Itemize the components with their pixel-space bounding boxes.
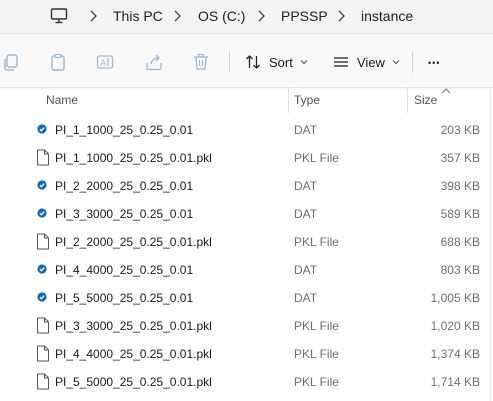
column-header: Name Type Size	[0, 87, 493, 113]
column-type-header[interactable]: Type	[294, 93, 320, 107]
sort-button[interactable]: Sort	[245, 50, 316, 74]
file-size: 1,714 KB	[430, 375, 480, 389]
file-name: PI_2_2000_25_0.25_0.01.pkl	[55, 235, 212, 249]
dat-file-icon	[37, 292, 47, 302]
file-name: PI_4_4000_25_0.25_0.01.pkl	[55, 347, 212, 361]
file-row[interactable]: PI_4_4000_25_0.25_0.01.pkl PKL File 1,37…	[0, 340, 493, 368]
file-row[interactable]: PI_5_5000_25_0.25_0.01 DAT 1,005 KB	[0, 284, 493, 312]
toolbar-separator	[229, 51, 230, 73]
toolbar-separator	[412, 51, 413, 73]
file-type: PKL File	[294, 319, 339, 333]
rename-icon[interactable]: A	[96, 53, 114, 71]
file-size: 1,374 KB	[430, 347, 480, 361]
file-name: PI_5_5000_25_0.25_0.01.pkl	[55, 375, 212, 389]
file-name: PI_4_4000_25_0.25_0.01	[55, 263, 194, 277]
delete-icon[interactable]	[192, 53, 210, 71]
chevron-down-icon	[392, 60, 400, 65]
file-size: 357 KB	[440, 151, 480, 165]
generic-file-icon	[37, 149, 49, 166]
dat-file-icon	[37, 264, 47, 274]
file-type: PKL File	[294, 375, 339, 389]
file-size: 398 KB	[440, 179, 480, 193]
file-type: DAT	[294, 207, 318, 221]
monitor-icon[interactable]	[50, 7, 68, 25]
file-size: 1,005 KB	[430, 291, 480, 305]
paste-icon[interactable]	[49, 53, 67, 71]
file-type: PKL File	[294, 235, 339, 249]
file-name: PI_2_2000_25_0.25_0.01	[55, 179, 194, 193]
command-bar: A Sort View •••	[0, 34, 493, 90]
sort-label: Sort	[269, 54, 293, 70]
file-name: PI_3_3000_25_0.25_0.01.pkl	[55, 319, 212, 333]
file-size: 203 KB	[440, 123, 480, 137]
sort-icon	[246, 55, 260, 69]
chevron-right-icon[interactable]	[172, 8, 182, 24]
sort-ascending-icon	[441, 88, 451, 94]
file-row[interactable]: PI_4_4000_25_0.25_0.01 DAT 803 KB	[0, 256, 493, 284]
chevron-right-icon[interactable]	[336, 8, 346, 24]
file-row[interactable]: PI_3_3000_25_0.25_0.01.pkl PKL File 1,02…	[0, 312, 493, 340]
svg-text:A: A	[100, 59, 107, 69]
copy-icon[interactable]	[2, 53, 20, 71]
file-type: PKL File	[294, 347, 339, 361]
generic-file-icon	[37, 345, 49, 362]
chevron-right-icon[interactable]	[88, 8, 98, 24]
column-size-header[interactable]: Size	[414, 93, 437, 107]
file-size: 589 KB	[440, 207, 480, 221]
file-name: PI_3_3000_25_0.25_0.01	[55, 207, 194, 221]
share-icon[interactable]	[145, 53, 163, 71]
file-row[interactable]: PI_2_2000_25_0.25_0.01 DAT 398 KB	[0, 172, 493, 200]
file-row[interactable]: PI_2_2000_25_0.25_0.01.pkl PKL File 688 …	[0, 228, 493, 256]
file-size: 688 KB	[440, 235, 480, 249]
view-button[interactable]: View	[333, 50, 408, 74]
file-row[interactable]: PI_1_1000_25_0.25_0.01.pkl PKL File 357 …	[0, 144, 493, 172]
breadcrumb-this-pc[interactable]: This PC	[113, 8, 163, 24]
file-type: DAT	[294, 179, 318, 193]
file-name: PI_1_1000_25_0.25_0.01.pkl	[55, 151, 212, 165]
more-options-button[interactable]: •••	[428, 51, 440, 75]
generic-file-icon	[37, 373, 49, 390]
column-resize-handle[interactable]	[288, 87, 289, 113]
breadcrumb-os-c[interactable]: OS (C:)	[198, 8, 245, 24]
file-row[interactable]: PI_1_1000_25_0.25_0.01 DAT 203 KB	[0, 116, 493, 144]
generic-file-icon	[37, 317, 49, 334]
column-resize-handle[interactable]	[407, 87, 408, 113]
view-list-icon	[334, 57, 348, 67]
file-type: PKL File	[294, 151, 339, 165]
dat-file-icon	[37, 124, 47, 134]
column-name-header[interactable]: Name	[46, 93, 78, 107]
file-row[interactable]: PI_3_3000_25_0.25_0.01 DAT 589 KB	[0, 200, 493, 228]
file-row[interactable]: PI_5_5000_25_0.25_0.01.pkl PKL File 1,71…	[0, 368, 493, 396]
chevron-right-icon[interactable]	[256, 8, 266, 24]
breadcrumb-ppssp[interactable]: PPSSP	[281, 8, 328, 24]
chevron-down-icon	[300, 60, 308, 65]
file-type: DAT	[294, 263, 318, 277]
address-bar[interactable]: This PC OS (C:) PPSSP instance	[0, 0, 493, 33]
file-name: PI_5_5000_25_0.25_0.01	[55, 291, 194, 305]
file-type: DAT	[294, 291, 318, 305]
breadcrumb-instance[interactable]: instance	[361, 8, 413, 24]
view-label: View	[357, 54, 385, 70]
file-size: 803 KB	[440, 263, 480, 277]
generic-file-icon	[37, 233, 49, 250]
dat-file-icon	[37, 208, 47, 218]
file-size: 1,020 KB	[430, 319, 480, 333]
file-name: PI_1_1000_25_0.25_0.01	[55, 123, 194, 137]
file-type: DAT	[294, 123, 318, 137]
dat-file-icon	[37, 180, 47, 190]
more-options-icon: •••	[428, 58, 441, 68]
